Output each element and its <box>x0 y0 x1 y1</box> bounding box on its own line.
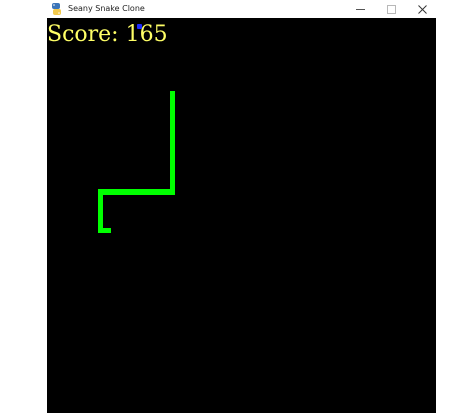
snake-layer <box>98 91 175 233</box>
game-canvas[interactable]: Score: 165 <box>47 18 436 413</box>
minimize-button[interactable] <box>346 0 374 18</box>
snake-segment <box>98 189 103 233</box>
snake-segment <box>98 189 175 195</box>
close-button[interactable] <box>408 0 436 18</box>
maximize-icon <box>386 4 396 14</box>
close-icon <box>417 4 427 14</box>
game-window: Seany Snake Clone Score: 165 <box>0 0 474 413</box>
snake-head <box>98 228 111 233</box>
title-bar[interactable]: Seany Snake Clone <box>47 0 436 18</box>
snake-segment <box>170 91 175 195</box>
maximize-button[interactable] <box>377 0 405 18</box>
window-title: Seany Snake Clone <box>68 4 145 13</box>
python-icon <box>52 3 61 15</box>
minimize-icon <box>355 8 365 10</box>
